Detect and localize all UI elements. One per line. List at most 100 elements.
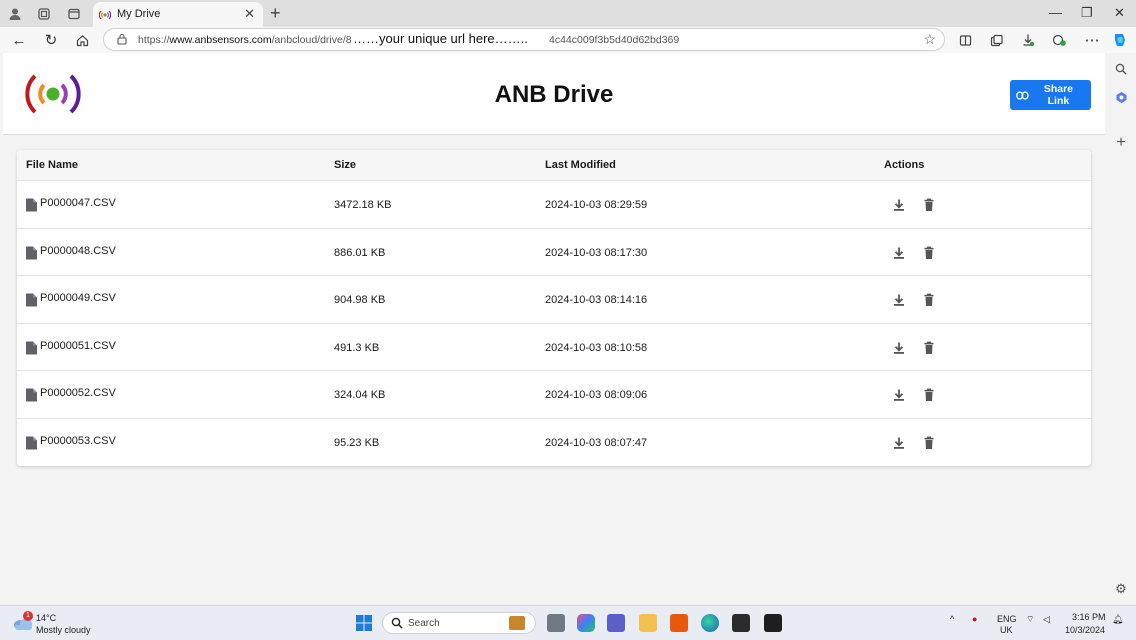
tab-title: My Drive bbox=[117, 8, 161, 20]
more-options-icon[interactable]: ⋯ bbox=[1083, 31, 1101, 49]
download-icon[interactable] bbox=[892, 246, 906, 260]
copilot-icon[interactable] bbox=[1111, 31, 1129, 49]
workspaces-icon[interactable] bbox=[36, 6, 52, 22]
restore-icon[interactable]: ❐ bbox=[1081, 5, 1093, 21]
file-explorer-icon[interactable] bbox=[639, 614, 657, 632]
file-last-modified: 2024-10-03 08:14:16 bbox=[545, 294, 648, 307]
task-view-icon[interactable] bbox=[547, 614, 565, 632]
back-icon[interactable]: ← bbox=[10, 31, 28, 49]
download-icon[interactable] bbox=[892, 388, 906, 402]
teams-icon[interactable] bbox=[607, 614, 625, 632]
download-icon[interactable] bbox=[892, 341, 906, 355]
new-tab-icon[interactable]: + bbox=[270, 4, 281, 22]
column-header-file-name[interactable]: File Name bbox=[26, 159, 78, 171]
tab-actions-icon[interactable] bbox=[66, 6, 82, 22]
delete-icon[interactable] bbox=[922, 341, 936, 355]
refresh-icon[interactable]: ↻ bbox=[42, 31, 60, 49]
column-header-size[interactable]: Size bbox=[334, 159, 356, 171]
file-name[interactable]: P0000052.CSV bbox=[40, 387, 116, 399]
file-name[interactable]: P0000049.CSV bbox=[40, 292, 116, 304]
terminal-icon[interactable] bbox=[732, 614, 750, 632]
files-table: File Name Size Last Modified Actions P00… bbox=[17, 150, 1091, 466]
anb-favicon-icon bbox=[99, 10, 111, 20]
profile-icon[interactable] bbox=[7, 6, 23, 22]
app-header: ANB Drive Share Link bbox=[3, 53, 1105, 135]
file-name[interactable]: P0000048.CSV bbox=[40, 245, 116, 257]
url-text: https://www.anbsensors.com/anbcloud/driv… bbox=[138, 34, 352, 46]
delete-icon[interactable] bbox=[922, 198, 936, 212]
clock-time[interactable]: 3:16 PM bbox=[1072, 612, 1106, 622]
clock-date[interactable]: 10/3/2024 bbox=[1065, 625, 1105, 635]
delete-icon[interactable] bbox=[922, 388, 936, 402]
tray-language[interactable]: ENG bbox=[997, 614, 1017, 624]
tray-chevron-icon[interactable]: ^ bbox=[950, 614, 954, 624]
file-size: 904.98 KB bbox=[334, 294, 386, 307]
share-link-button[interactable]: Share Link bbox=[1010, 80, 1091, 110]
download-icon[interactable] bbox=[892, 198, 906, 212]
weather-temperature[interactable]: 14°C bbox=[36, 613, 56, 623]
tray-region[interactable]: UK bbox=[1000, 625, 1013, 635]
tab-my-drive[interactable]: My Drive ✕ bbox=[93, 2, 263, 27]
file-name-cell[interactable]: P0000053.CSV bbox=[25, 435, 116, 450]
tray-app-icon[interactable]: ● bbox=[972, 614, 977, 624]
file-name[interactable]: P0000053.CSV bbox=[40, 435, 116, 447]
column-header-last-modified[interactable]: Last Modified bbox=[545, 159, 616, 171]
table-header: File Name Size Last Modified Actions bbox=[17, 150, 1091, 181]
table-row[interactable]: P0000049.CSV 904.98 KB 2024-10-03 08:14:16 bbox=[17, 276, 1091, 324]
file-name-cell[interactable]: P0000051.CSV bbox=[25, 340, 116, 355]
search-highlight-icon bbox=[509, 616, 525, 630]
file-size: 3472.18 KB bbox=[334, 199, 392, 211]
downloads-icon[interactable] bbox=[1019, 31, 1037, 49]
file-size: 491.3 KB bbox=[334, 341, 380, 354]
minimize-icon[interactable]: — bbox=[1049, 5, 1062, 20]
favorite-star-icon[interactable]: ☆ bbox=[923, 31, 936, 48]
file-name[interactable]: P0000047.CSV bbox=[40, 197, 116, 209]
wifi-icon[interactable]: ⌔ bbox=[1026, 614, 1034, 625]
collections-icon[interactable] bbox=[987, 31, 1005, 49]
weather-description[interactable]: Mostly cloudy bbox=[36, 625, 91, 635]
file-name-cell[interactable]: P0000049.CSV bbox=[25, 292, 116, 307]
file-name-cell[interactable]: P0000047.CSV bbox=[25, 197, 116, 212]
windows-start-icon[interactable] bbox=[355, 614, 373, 632]
table-row[interactable]: P0000053.CSV 95.23 KB 2024-10-03 08:07:47 bbox=[17, 419, 1091, 467]
file-name-cell[interactable]: P0000048.CSV bbox=[25, 245, 116, 260]
download-icon[interactable] bbox=[892, 293, 906, 307]
download-icon[interactable] bbox=[892, 436, 906, 450]
delete-icon[interactable] bbox=[922, 436, 936, 450]
file-name[interactable]: P0000051.CSV bbox=[40, 340, 116, 352]
taskbar-search-box[interactable]: Search bbox=[382, 612, 536, 634]
sidebar-copilot-icon[interactable] bbox=[1113, 89, 1129, 105]
edge-browser-icon[interactable] bbox=[701, 614, 719, 632]
file-last-modified: 2024-10-03 08:29:59 bbox=[545, 199, 648, 211]
sidebar-add-icon[interactable]: + bbox=[1113, 134, 1129, 151]
copilot-app-icon[interactable] bbox=[577, 614, 595, 632]
file-size: 95.23 KB bbox=[334, 437, 380, 449]
tab-close-icon[interactable]: ✕ bbox=[244, 6, 255, 22]
close-window-icon[interactable]: ✕ bbox=[1114, 5, 1125, 21]
table-row[interactable]: P0000051.CSV 491.3 KB 2024-10-03 08:10:58 bbox=[17, 324, 1091, 372]
delete-icon[interactable] bbox=[922, 293, 936, 307]
extensions-icon[interactable] bbox=[1050, 31, 1068, 49]
sidebar-search-icon[interactable] bbox=[1113, 61, 1129, 77]
table-row[interactable]: P0000052.CSV 324.04 KB 2024-10-03 08:09:06 bbox=[17, 371, 1091, 419]
sidebar-settings-icon[interactable]: ⚙ bbox=[1113, 581, 1129, 597]
delete-icon[interactable] bbox=[922, 246, 936, 260]
home-icon[interactable] bbox=[73, 31, 91, 49]
address-bar[interactable]: https://www.anbsensors.com/anbcloud/driv… bbox=[103, 28, 945, 51]
split-screen-icon[interactable] bbox=[956, 31, 974, 49]
lock-icon[interactable] bbox=[116, 33, 128, 45]
link-icon bbox=[1016, 90, 1029, 100]
taskbar-search-label: Search bbox=[408, 618, 440, 629]
taskbar: 1 14°C Mostly cloudy Search ^ ● ENG UK ⌔… bbox=[0, 605, 1136, 640]
file-icon bbox=[26, 388, 37, 402]
table-row[interactable]: P0000047.CSV 3472.18 KB 2024-10-03 08:29:5… bbox=[17, 181, 1091, 229]
tab-strip: My Drive ✕ + — ❐ ✕ bbox=[0, 0, 1136, 27]
file-last-modified: 2024-10-03 08:09:06 bbox=[545, 389, 648, 402]
volume-icon[interactable]: ◁ bbox=[1043, 614, 1050, 625]
app-f-icon[interactable] bbox=[670, 614, 688, 632]
file-icon bbox=[26, 293, 37, 307]
table-row[interactable]: P0000048.CSV 886.01 KB 2024-10-03 08:17:30 bbox=[17, 229, 1091, 277]
file-name-cell[interactable]: P0000052.CSV bbox=[25, 387, 116, 402]
app-terminal-green-icon[interactable] bbox=[764, 614, 782, 632]
notifications-icon[interactable]: 🔔︎ bbox=[1112, 614, 1123, 625]
